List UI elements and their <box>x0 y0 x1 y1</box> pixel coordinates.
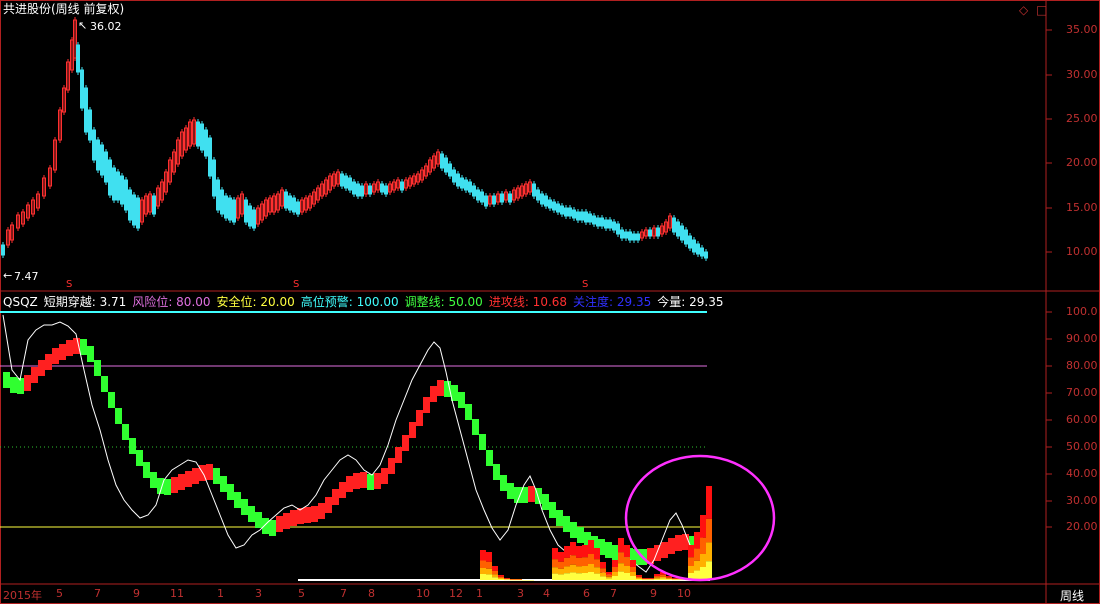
low-arrow-icon: ← <box>3 269 13 282</box>
indicator-tick: 80.00 <box>1066 359 1098 372</box>
indicator-tick: 50.00 <box>1066 440 1098 453</box>
indicator-tick: 90.00 <box>1066 332 1098 345</box>
x-tick: 8 <box>368 587 375 600</box>
oscillator-line <box>2 314 707 577</box>
price-tick: 15.00 <box>1066 201 1098 214</box>
x-tick: 7 <box>340 587 347 600</box>
x-tick: 7 <box>610 587 617 600</box>
x-tick: 3 <box>255 587 262 600</box>
indicator-tick: 20.00 <box>1066 520 1098 533</box>
x-tick: 5 <box>56 587 63 600</box>
price-tick: 30.00 <box>1066 68 1098 81</box>
s-marker: S <box>582 279 589 290</box>
indicator-tick: 70.00 <box>1066 386 1098 399</box>
x-tick: 2015年 <box>3 589 42 602</box>
price-low-label: 7.47 <box>14 270 39 283</box>
price-tick: 10.00 <box>1066 245 1098 258</box>
legend-safe: 安全位: 20.00 <box>216 295 295 309</box>
trend-band <box>3 338 703 565</box>
indicator-tick: 100.0 <box>1066 305 1098 318</box>
x-tick: 10 <box>677 587 691 600</box>
x-tick: 1 <box>476 587 483 600</box>
x-tick: 10 <box>416 587 430 600</box>
x-tick: 9 <box>133 587 140 600</box>
legend-vol: 今量: 29.35 <box>657 295 724 309</box>
indicator-tick: 60.00 <box>1066 413 1098 426</box>
x-tick: 3 <box>517 587 524 600</box>
period-label[interactable]: 周线 <box>1060 587 1084 604</box>
s-marker: S <box>66 279 73 290</box>
legend-adjust: 调整线: 50.00 <box>404 295 483 309</box>
price-high-label: 36.02 <box>90 20 122 33</box>
price-tick: 25.00 <box>1066 112 1098 125</box>
price-tick: 20.00 <box>1066 156 1098 169</box>
chart-title: 共进股份(周线 前复权) <box>3 2 125 16</box>
legend-short: 短期穿越: 3.71 <box>43 295 127 309</box>
x-tick: 12 <box>449 587 463 600</box>
x-tick: 6 <box>583 587 590 600</box>
indicator-legend: QSQZ 短期穿越: 3.71 风险位: 80.00 安全位: 20.00 高位预警: … <box>3 293 729 310</box>
indicator-tick: 30.00 <box>1066 494 1098 507</box>
x-tick: 5 <box>298 587 305 600</box>
x-tick: 9 <box>650 587 657 600</box>
legend-warn: 高位预警: 100.00 <box>300 295 399 309</box>
diamond-icon[interactable]: ◇ <box>1019 3 1028 17</box>
high-arrow-icon: ↖ <box>78 19 88 32</box>
x-tick: 7 <box>94 587 101 600</box>
x-tick: 1 <box>217 587 224 600</box>
x-tick: 4 <box>543 587 550 600</box>
box-icon[interactable]: □ <box>1036 3 1047 17</box>
legend-risk: 风险位: 80.00 <box>132 295 211 309</box>
s-marker: S <box>293 279 300 290</box>
legend-name: QSQZ <box>3 295 38 309</box>
legend-focus: 关注度: 29.35 <box>573 295 652 309</box>
legend-attack: 进攻线: 10.68 <box>488 295 568 309</box>
price-tick: 35.00 <box>1066 23 1098 36</box>
x-tick: 11 <box>170 587 184 600</box>
indicator-tick: 40.00 <box>1066 467 1098 480</box>
candlesticks <box>1 17 708 261</box>
